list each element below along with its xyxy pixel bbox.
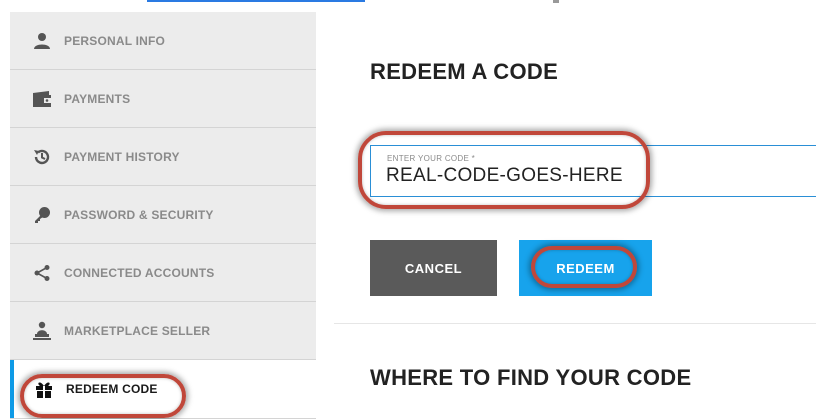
share-icon (30, 261, 54, 285)
sidebar-item-personal-info[interactable]: PERSONAL INFO (10, 12, 316, 70)
gift-icon (32, 377, 56, 401)
history-icon (30, 145, 54, 169)
sidebar-item-redeem-code[interactable]: REDEEM CODE (10, 360, 316, 419)
key-icon (30, 203, 54, 227)
sidebar-item-label: MARKETPLACE SELLER (64, 323, 211, 338)
page-title: REDEEM A CODE (370, 59, 559, 84)
sidebar-item-label: CONNECTED ACCOUNTS (64, 265, 215, 280)
sidebar-item-marketplace-seller[interactable]: MARKETPLACE SELLER (10, 302, 316, 360)
sidebar-item-password-security[interactable]: PASSWORD & SECURITY (10, 186, 316, 244)
sidebar-item-connected-accounts[interactable]: CONNECTED ACCOUNTS (10, 244, 316, 302)
sidebar-item-payment-history[interactable]: PAYMENT HISTORY (10, 128, 316, 186)
section-divider (334, 323, 816, 324)
top-text-fragment (553, 0, 559, 3)
sidebar-item-label: PASSWORD & SECURITY (64, 207, 214, 222)
sidebar-item-label: PAYMENTS (64, 91, 131, 106)
code-field[interactable]: ENTER YOUR CODE * (370, 145, 816, 197)
seller-icon (30, 319, 54, 343)
sidebar-item-label: PERSONAL INFO (64, 33, 166, 48)
sidebar-item-label: REDEEM CODE (66, 382, 158, 396)
account-sidebar: PERSONAL INFO PAYMENTS PAYMENT HISTORY P… (10, 12, 316, 419)
code-field-label: ENTER YOUR CODE * (387, 154, 476, 163)
main-panel: REDEEM A CODE ENTER YOUR CODE * CANCEL R… (334, 12, 816, 419)
wallet-icon (30, 87, 54, 111)
redeem-button[interactable]: REDEEM (519, 240, 652, 296)
code-input[interactable] (386, 165, 806, 187)
section-title: WHERE TO FIND YOUR CODE (370, 365, 692, 390)
sidebar-item-label: PAYMENT HISTORY (64, 149, 180, 164)
sidebar-item-payments[interactable]: PAYMENTS (10, 70, 316, 128)
cancel-button[interactable]: CANCEL (370, 240, 497, 296)
top-link-underline[interactable] (147, 0, 365, 2)
top-strip (0, 0, 816, 12)
person-icon (30, 29, 54, 53)
active-indicator (10, 360, 14, 418)
